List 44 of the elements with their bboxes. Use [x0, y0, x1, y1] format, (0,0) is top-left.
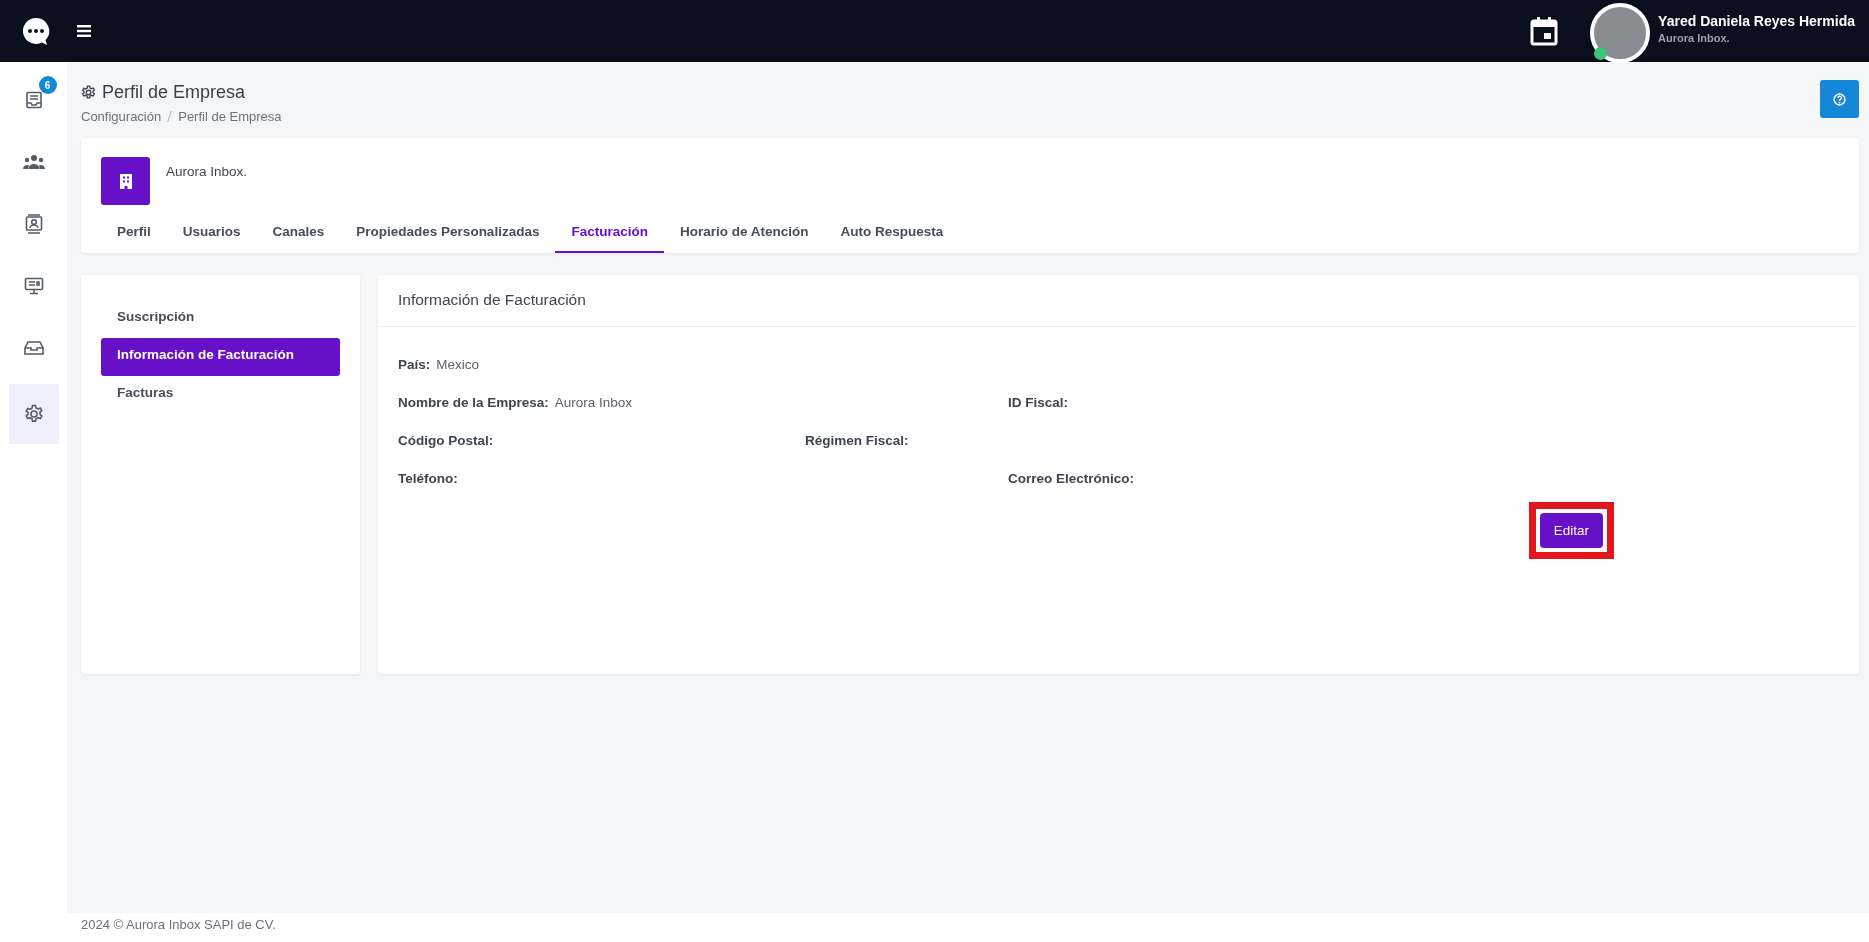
tab[interactable]: Auto Respuesta [824, 213, 960, 253]
breadcrumb-link[interactable]: Configuración [81, 109, 162, 124]
help-button[interactable] [1820, 80, 1859, 118]
menu-icon[interactable] [77, 25, 91, 37]
menu-item[interactable]: Información de Facturación [101, 338, 340, 376]
field-label: Teléfono: [398, 471, 458, 488]
sidebar-item[interactable] [8, 384, 59, 444]
field-label: Código Postal: [398, 433, 494, 450]
footer-text: 2024 © Aurora Inbox SAPI de CV. [81, 917, 276, 932]
field-value: Aurora Inbox [554, 395, 633, 412]
breadcrumb-current: Perfil de Empresa [178, 109, 282, 124]
field-label: ID Fiscal: [1008, 395, 1069, 412]
field-value: Mexico [436, 357, 480, 374]
calendar-icon[interactable] [1530, 16, 1559, 46]
inbox-icon [24, 91, 43, 109]
field-label: Nombre de la Empresa: [398, 395, 549, 412]
user-name: Yared Daniela Reyes Hermida [1658, 12, 1855, 29]
tray-icon [23, 340, 44, 356]
tab[interactable]: Propiedades Personalizadas [340, 213, 556, 253]
building-icon [101, 157, 150, 205]
chat-bubble-logo [21, 16, 51, 46]
field-label: Régimen Fiscal: [805, 433, 909, 450]
edit-button[interactable]: Editar [1539, 513, 1603, 548]
field-label: Correo Electrónico: [1008, 471, 1135, 488]
count-badge: 6 [38, 76, 57, 94]
help-icon [1833, 92, 1846, 106]
user-company: Aurora Inbox. [1658, 31, 1731, 44]
tab[interactable]: Usuarios [166, 213, 257, 253]
settings-icon [81, 85, 96, 100]
menu-item[interactable]: Suscripción [101, 300, 340, 338]
contact-card-icon [24, 214, 43, 234]
tab[interactable]: Canales [256, 213, 341, 253]
company-name: Aurora Inbox. [166, 164, 248, 181]
tab[interactable]: Facturación [555, 213, 664, 253]
sidebar-item[interactable]: 6 [8, 74, 59, 126]
team-icon [22, 154, 45, 170]
monitor-icon [23, 277, 44, 295]
tab[interactable]: Horario de Atención [663, 213, 825, 253]
page-title: Perfil de Empresa [102, 82, 246, 103]
menu-item[interactable]: Facturas [101, 376, 340, 414]
card-title: Información de Facturación [398, 291, 586, 308]
field-label: País: [398, 357, 431, 374]
tab[interactable]: Perfil [101, 213, 167, 253]
settings-icon [23, 404, 44, 424]
